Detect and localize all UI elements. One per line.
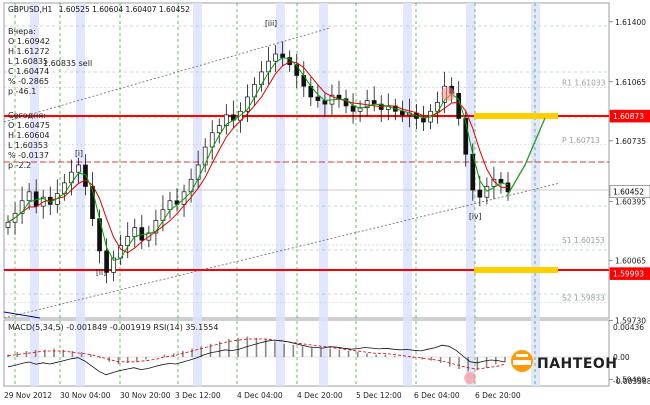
session-band — [531, 3, 540, 386]
macd-header: MACD(5,34,5) -0.001849 -0.001919 RSI(14)… — [8, 323, 218, 332]
y-tick-label: 1.60735 — [615, 137, 646, 146]
candle-body — [273, 53, 278, 62]
candle-body — [456, 93, 462, 119]
x-tick-label: 3 Dec 12:00 — [175, 391, 221, 400]
candle-body — [5, 221, 11, 228]
logo-text: ПАНТЕОН — [537, 356, 618, 372]
y-tick-label: 1.61065 — [615, 78, 646, 87]
session-band — [403, 3, 412, 386]
candle-body — [421, 118, 426, 123]
candle-body — [76, 164, 81, 173]
x-tick-label: 5 Dec 12:00 — [356, 391, 402, 400]
candle-body — [195, 164, 201, 180]
candle-body — [280, 53, 285, 58]
chart-header: GBPUSD,H1 1.60525 1.60604 1.60407 1.6045… — [8, 5, 190, 14]
candle-body — [484, 186, 490, 198]
panteon-logo: ПАНТЕОН — [511, 350, 618, 372]
info-yesterday-line: p -46.1 — [8, 87, 36, 96]
pivot-label-s2: S2 1.59833 — [562, 293, 605, 302]
info-yesterday-line: H 1.61272 — [8, 47, 50, 56]
wave-label-ii: [ii] — [96, 268, 106, 277]
info-today-line: p -2.2 — [8, 161, 31, 170]
session-band — [319, 3, 328, 386]
candle-body — [498, 178, 504, 184]
info-today-line: L 1.60353 — [8, 141, 48, 150]
price-labels: 1.60873 1.60452 1.59993 — [609, 109, 650, 280]
x-tick-label: 29 Nov 2012 — [4, 391, 52, 400]
pivot-label-s1: S1 1.60153 — [562, 236, 605, 245]
macd-tick-label: -0.003588 — [613, 377, 650, 386]
highlight-dot — [441, 87, 455, 101]
price-label-text: 1.60873 — [613, 112, 644, 121]
session-band — [466, 3, 475, 386]
wave-label-iii: [iii] — [265, 19, 277, 28]
target-zone-lower — [474, 267, 558, 273]
candle-body — [350, 105, 356, 112]
candle-body — [371, 100, 377, 105]
wave-label-i: [i] — [75, 149, 83, 158]
info-yesterday-line: Вчера: — [8, 27, 36, 36]
price-label-text: 1.59993 — [613, 270, 644, 279]
macd-tick-label: 0.00436 — [613, 323, 644, 332]
wave-label-iv: [iv] — [469, 212, 481, 221]
candle-body — [202, 146, 208, 166]
candle-body — [26, 191, 32, 202]
pivot-label-p: P 1.60713 — [562, 136, 600, 145]
candle-body — [400, 110, 405, 116]
sell-label: 1.60835 sell — [43, 59, 92, 68]
price-label-text: 1.60452 — [613, 187, 644, 196]
candle-body — [132, 227, 138, 237]
macd-highlight-dot — [464, 372, 476, 384]
info-yesterday-line: O 1.60942 — [8, 37, 50, 46]
candle-body — [315, 96, 321, 101]
x-axis-ticks: 29 Nov 2012 30 Nov 04:00 30 Nov 20:00 3 Dec… — [4, 391, 521, 400]
info-today-line: Сегодня: — [8, 111, 46, 120]
x-tick-label: 6 Dec 20:00 — [475, 391, 521, 400]
info-yesterday-line: % -0.2865 — [8, 77, 49, 86]
info-today-line: O 1.60475 — [8, 121, 50, 130]
info-yesterday-line: C 1.60474 — [8, 67, 49, 76]
y-tick-label: 1.61400 — [615, 18, 646, 27]
candle-body — [83, 164, 88, 187]
candle-body — [322, 100, 328, 105]
candle-body — [216, 125, 222, 134]
x-tick-label: 4 Dec 20:00 — [297, 391, 343, 400]
info-today-line: H 1.60604 — [8, 131, 50, 140]
candle-body — [139, 227, 145, 241]
y-tick-label: 1.60065 — [615, 257, 646, 266]
macd-ticks: 0.004360.00-0.003588 — [613, 323, 650, 386]
info-today: Сегодня:O 1.60475H 1.60604L 1.60353% -0.… — [8, 111, 50, 170]
candle-body — [477, 189, 483, 198]
candle-body — [167, 200, 173, 211]
x-tick-label: 30 Nov 20:00 — [120, 391, 171, 400]
pivot-label-r1: R1 1.61033 — [562, 78, 606, 87]
x-tick-label: 30 Nov 04:00 — [60, 391, 111, 400]
y-tick-label: 1.60395 — [615, 198, 646, 207]
info-today-line: % -0.0137 — [8, 151, 49, 160]
x-tick-label: 6 Dec 04:00 — [414, 391, 460, 400]
x-tick-label: 4 Dec 04:00 — [237, 391, 283, 400]
chart: R1 1.61033P 1.60713S1 1.60153S2 1.59833 … — [3, 2, 650, 400]
target-zone-upper — [474, 113, 558, 119]
